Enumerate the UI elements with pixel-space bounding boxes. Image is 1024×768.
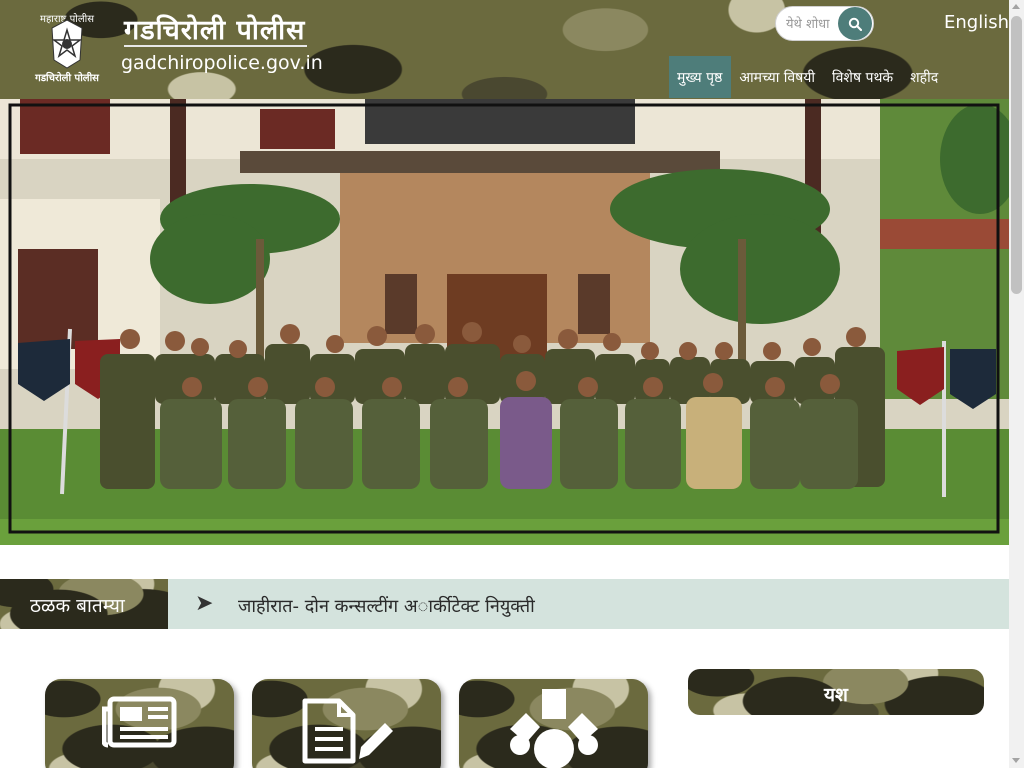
main-nav: मुख्य पृष्ठ आमच्या विषयी विशेष पथके शहीद <box>669 56 947 98</box>
scroll-up-icon[interactable] <box>1012 4 1020 9</box>
search-input[interactable] <box>786 15 838 33</box>
site-url: gadchiropolice.gov.in <box>121 52 323 74</box>
document-edit-icon <box>252 679 441 768</box>
scroll-down-icon[interactable] <box>1012 758 1020 763</box>
site-title: गडचिरोली पोलीस <box>124 15 306 46</box>
site-header: महाराष्ट्र पोलीस गडचिरोली पोलीस गडचिरोली… <box>0 0 1009 99</box>
arrow-right-icon: ➤ <box>195 591 214 616</box>
hero-group-photo <box>0 99 1009 545</box>
nav-item-special-units[interactable]: विशेष पथके <box>824 56 902 98</box>
vertical-scrollbar[interactable] <box>1009 0 1024 768</box>
title-divider <box>124 45 307 47</box>
achievements-title: यश <box>824 684 848 706</box>
ticker-news-link[interactable]: जाहीरात- दोन कन्सल्टींग अार्कीटेक्ट नियु… <box>238 594 535 618</box>
nav-item-martyrs[interactable]: शहीद <box>902 56 947 98</box>
nav-item-about-us[interactable]: आमच्या विषयी <box>731 56 824 98</box>
english-language-link[interactable]: English <box>944 12 1009 33</box>
card-awards[interactable] <box>459 679 648 768</box>
news-ticker: ठळक बातम्या ➤ जाहीरात- दोन कन्सल्टींग अा… <box>0 579 1009 629</box>
card-documents[interactable] <box>252 679 441 768</box>
ticker-label: ठळक बातम्या <box>0 579 168 629</box>
card-news[interactable] <box>45 679 234 768</box>
medal-icon <box>459 679 648 768</box>
scrollbar-thumb[interactable] <box>1011 16 1022 294</box>
nav-item-home[interactable]: मुख्य पृष्ठ <box>669 56 732 98</box>
search-button[interactable] <box>838 7 872 40</box>
achievements-panel: यश <box>688 669 984 715</box>
page: महाराष्ट्र पोलीस गडचिरोली पोलीस गडचिरोली… <box>0 0 1024 768</box>
svg-text:गडचिरोली पोलीस: गडचिरोली पोलीस <box>34 71 100 84</box>
police-emblem-logo[interactable]: महाराष्ट्र पोलीस गडचिरोली पोलीस <box>24 8 110 84</box>
newspaper-icon <box>45 679 234 768</box>
search-icon <box>848 17 862 31</box>
